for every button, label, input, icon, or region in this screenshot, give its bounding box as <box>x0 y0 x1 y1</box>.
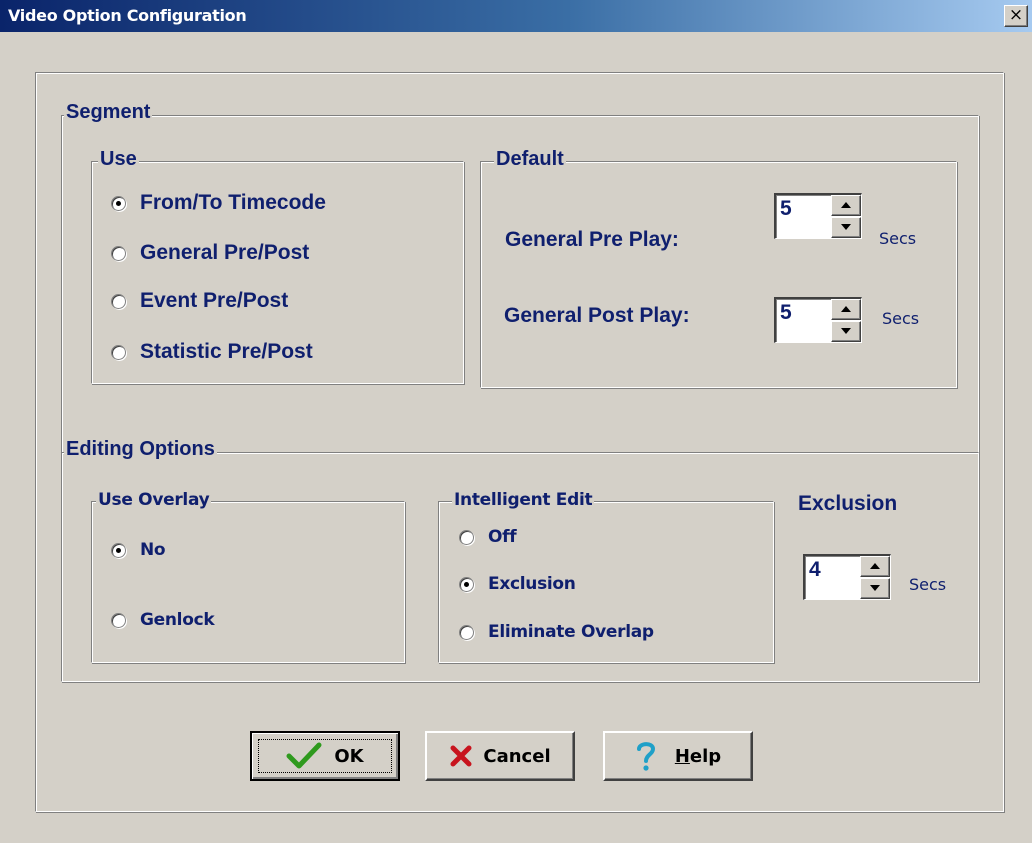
exclusion-down-button[interactable] <box>860 578 890 599</box>
radio-label: Genlock <box>140 610 215 630</box>
radio-statistic-pre-post[interactable]: Statistic Pre/Post <box>111 340 313 364</box>
radio-indicator[interactable] <box>111 612 126 628</box>
radio-indicator[interactable] <box>459 624 474 640</box>
title-bar[interactable]: Video Option Configuration × <box>0 0 1032 32</box>
radio-indicator[interactable] <box>459 576 474 592</box>
cancel-label: Cancel <box>483 745 551 767</box>
radio-edit-eliminate-overlap[interactable]: Eliminate Overlap <box>459 622 654 642</box>
radio-label: Statistic Pre/Post <box>140 340 313 363</box>
post-play-spinner[interactable]: 5 <box>774 297 862 343</box>
exclusion-spinner[interactable]: 4 <box>803 554 891 600</box>
help-label-rest: elp <box>689 745 722 767</box>
radio-edit-exclusion[interactable]: Exclusion <box>459 574 576 594</box>
editing-options-legend: Editing Options <box>64 438 217 461</box>
arrow-up-icon <box>870 563 880 569</box>
radio-indicator[interactable] <box>459 529 474 545</box>
help-mnemonic: H <box>674 745 690 767</box>
exclusion-value[interactable]: 4 <box>809 558 821 582</box>
use-overlay-legend: Use Overlay <box>96 490 212 510</box>
post-play-label: General Post Play: <box>504 304 690 327</box>
exclusion-label: Exclusion <box>798 492 898 515</box>
use-legend: Use <box>98 148 139 171</box>
cancel-button[interactable]: Cancel <box>425 731 575 781</box>
radio-label: Off <box>488 527 517 547</box>
default-group <box>480 161 957 388</box>
radio-from-to-timecode[interactable]: From/To Timecode <box>111 191 326 215</box>
focus-rect <box>258 739 392 773</box>
radio-event-pre-post[interactable]: Event Pre/Post <box>111 289 288 313</box>
radio-label: Eliminate Overlap <box>488 622 654 642</box>
help-label: Help <box>675 746 721 767</box>
radio-indicator[interactable] <box>111 245 126 261</box>
pre-play-label: General Pre Play: <box>505 228 679 251</box>
radio-general-pre-post[interactable]: General Pre/Post <box>111 241 309 265</box>
post-play-unit: Secs <box>882 309 920 328</box>
exclusion-unit: Secs <box>909 575 947 594</box>
radio-label: General Pre/Post <box>140 241 310 264</box>
close-icon: × <box>1008 5 1024 25</box>
pre-play-spinner[interactable]: 5 <box>774 193 862 239</box>
pre-play-up-button[interactable] <box>831 195 861 216</box>
radio-label: Exclusion <box>488 574 576 594</box>
arrow-down-icon <box>841 224 851 230</box>
segment-legend: Segment <box>64 101 153 124</box>
radio-overlay-no[interactable]: No <box>111 540 166 560</box>
radio-overlay-genlock[interactable]: Genlock <box>111 610 215 630</box>
arrow-down-icon <box>841 328 851 334</box>
intelligent-edit-legend: Intelligent Edit <box>452 490 595 510</box>
window-title: Video Option Configuration <box>8 6 247 25</box>
exclusion-up-button[interactable] <box>860 556 890 577</box>
arrow-up-icon <box>841 202 851 208</box>
pre-play-down-button[interactable] <box>831 217 861 238</box>
radio-indicator[interactable] <box>111 542 126 558</box>
close-button[interactable]: × <box>1004 5 1028 27</box>
default-legend: Default <box>494 148 566 171</box>
radio-edit-off[interactable]: Off <box>459 527 517 547</box>
video-option-dialog: Video Option Configuration × Segment Use… <box>0 0 1032 843</box>
cancel-x-icon <box>450 745 472 767</box>
help-button[interactable]: Help <box>603 731 753 781</box>
pre-play-unit: Secs <box>879 229 917 248</box>
pre-play-value[interactable]: 5 <box>780 197 792 221</box>
post-play-down-button[interactable] <box>831 321 861 342</box>
ok-button[interactable]: OK <box>250 731 400 781</box>
radio-indicator[interactable] <box>111 344 126 360</box>
post-play-up-button[interactable] <box>831 299 861 320</box>
post-play-value[interactable]: 5 <box>780 301 792 325</box>
radio-label: Event Pre/Post <box>140 289 289 312</box>
arrow-up-icon <box>841 306 851 312</box>
radio-label: No <box>140 540 166 560</box>
radio-indicator[interactable] <box>111 293 126 309</box>
radio-indicator[interactable] <box>111 195 126 211</box>
radio-label: From/To Timecode <box>140 191 326 214</box>
arrow-down-icon <box>870 585 880 591</box>
use-overlay-group <box>91 501 405 663</box>
question-mark-icon <box>636 742 655 771</box>
